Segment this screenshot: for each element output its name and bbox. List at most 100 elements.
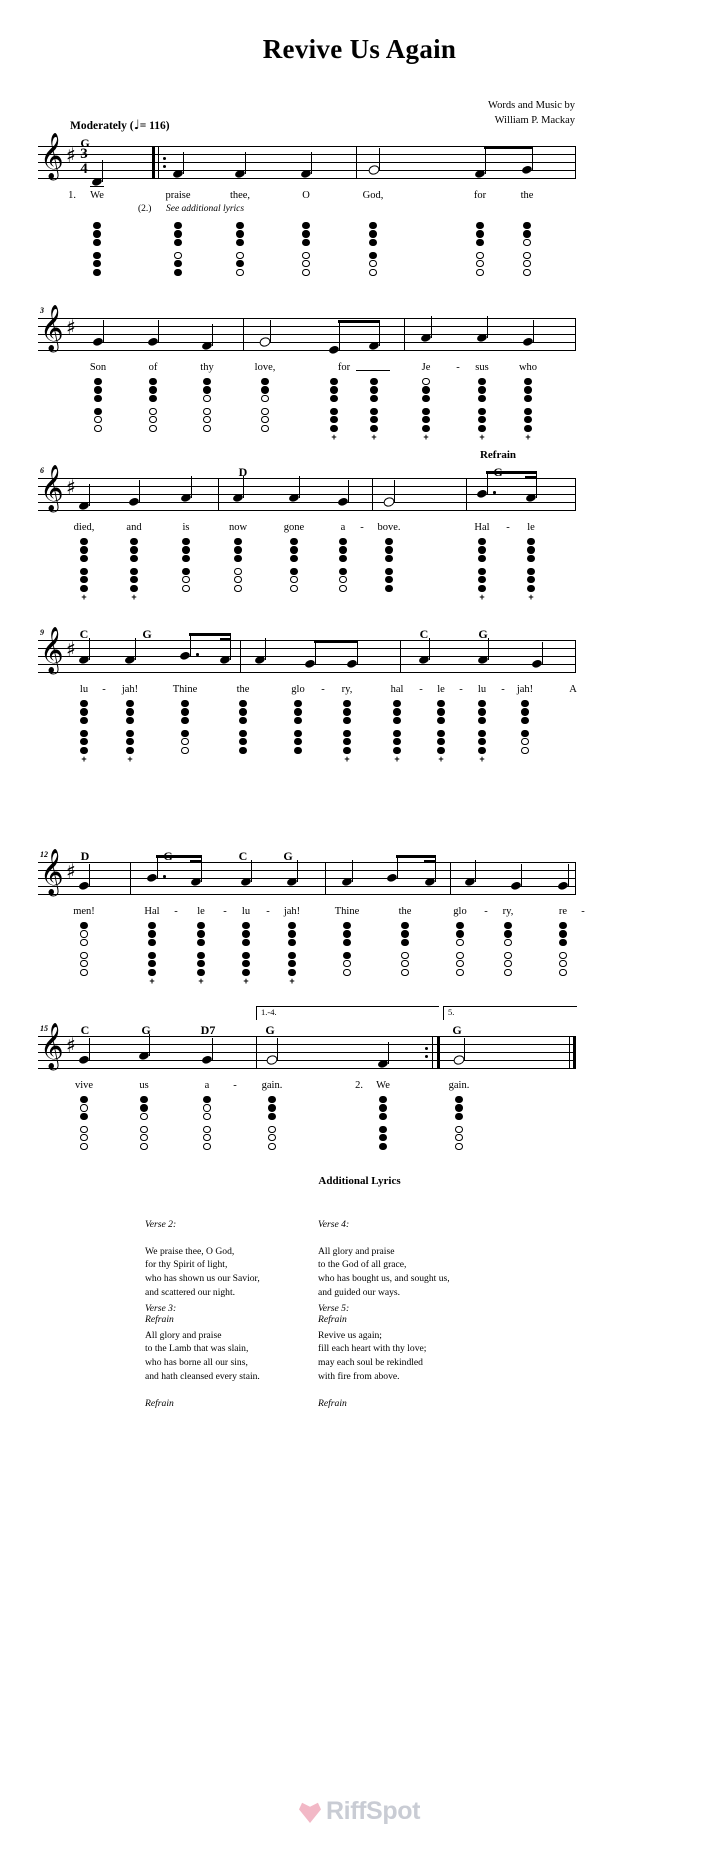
fingering-chart <box>201 1096 213 1151</box>
lyric-syllable: O <box>302 190 310 201</box>
lyric-syllable: a <box>204 1080 210 1091</box>
fingering-chart <box>367 222 379 277</box>
fingering-chart: + <box>476 700 488 764</box>
note-stem <box>315 642 317 664</box>
note-stem <box>135 638 137 660</box>
riffspot-mark-icon <box>299 1802 321 1823</box>
lyric-hyphen: - <box>266 906 270 917</box>
lyric-syllable: died, <box>73 522 95 533</box>
note-stem <box>103 320 105 342</box>
treble-clef-icon: 𝄞 <box>40 133 64 179</box>
note-stem <box>102 160 104 182</box>
lyric-syllable: le <box>527 522 535 533</box>
lyric-hyphen: - <box>484 906 488 917</box>
beam-secondary <box>190 860 202 864</box>
lyric-hyphen: - <box>506 522 510 533</box>
lyric-syllable: Thine <box>172 684 198 695</box>
lyric-syllable: lu <box>241 906 251 917</box>
lyric-syllable: Hal <box>144 906 160 917</box>
lyric-syllable: Hal <box>474 522 490 533</box>
barline <box>325 862 327 895</box>
lyric-hyphen: - <box>223 906 227 917</box>
barline <box>450 862 452 895</box>
lyric-syllable: re <box>558 906 568 917</box>
beam <box>314 640 358 644</box>
fingering-chart <box>377 1096 389 1151</box>
note-stem <box>243 476 245 498</box>
note-stem <box>357 642 359 664</box>
tempo-word: Moderately <box>70 120 127 132</box>
repeat-barline <box>437 1036 441 1069</box>
augmentation-dot <box>493 491 496 494</box>
verse-refrain: Refrain <box>145 1397 174 1409</box>
lyric-syllable: le <box>437 684 445 695</box>
fingering-chart: + <box>195 922 207 986</box>
treble-clef-icon: 𝄞 <box>40 465 64 511</box>
barline <box>218 478 220 511</box>
logo-text: RiffSpot <box>326 1797 420 1825</box>
key-signature-icon: ♯ <box>66 143 76 167</box>
note-stem <box>245 152 247 174</box>
repeat-dot <box>163 157 166 160</box>
fingering-chart: + <box>420 378 432 442</box>
note-stem <box>532 148 534 170</box>
fingering-chart <box>337 538 349 593</box>
treble-clef-icon: 𝄞 <box>40 849 64 895</box>
fingering-chart <box>502 922 514 977</box>
lyric-syllable: le <box>197 906 205 917</box>
fingering-chart <box>259 378 271 433</box>
barline <box>256 1036 258 1069</box>
lyric-hyphen: - <box>102 684 106 695</box>
note-stem <box>297 860 299 882</box>
lyric-syllable: gain. <box>448 1080 470 1091</box>
fingering-chart: + <box>476 538 488 602</box>
credits-line-2: William P. Mackay <box>494 115 575 126</box>
fingering-chart <box>78 1096 90 1151</box>
staff <box>38 478 576 512</box>
key-signature-icon: ♯ <box>66 859 76 883</box>
fingering-chart: + <box>368 378 380 442</box>
barline <box>404 318 406 351</box>
lyric-verse-number: 2. <box>355 1080 363 1091</box>
note-stem <box>475 860 477 882</box>
lyric-hyphen: - <box>456 362 460 373</box>
note-stem <box>191 476 193 498</box>
fingering-chart <box>292 700 304 755</box>
fingering-chart: + <box>128 538 140 602</box>
barline <box>569 1036 571 1069</box>
barline <box>575 478 577 511</box>
lyric-syllable: vive <box>74 1080 94 1091</box>
page-title: Revive Us Again <box>262 34 457 64</box>
lyric-syllable: lu <box>477 684 487 695</box>
ending-label: 1.-4. <box>261 1007 277 1017</box>
lyric-syllable: ry, <box>502 906 514 917</box>
fingering-chart: + <box>78 700 90 764</box>
treble-clef-icon: 𝄞 <box>40 627 64 673</box>
lyric-syllable: We <box>90 190 104 201</box>
repeat-dot <box>425 1047 428 1050</box>
fingering-chart <box>474 222 486 277</box>
key-signature-icon: ♯ <box>66 637 76 661</box>
lyric-syllable: love, <box>254 362 276 373</box>
barline <box>575 146 577 179</box>
lyric-syllable: praise <box>165 190 191 201</box>
lyric-syllable: now <box>228 522 248 533</box>
lyric-syllable: for <box>473 190 487 201</box>
fingering-chart: + <box>391 700 403 764</box>
additional-lyrics-heading: Additional Lyrics <box>318 1175 401 1187</box>
lyric-syllable: thee, <box>229 190 251 201</box>
alt-lyric-number: (2.) <box>138 204 152 214</box>
barline <box>575 862 577 895</box>
lyric-syllable: for <box>337 362 351 373</box>
lyric-syllable: is <box>182 522 190 533</box>
lyric-syllable: Son <box>89 362 107 373</box>
treble-clef-icon: 𝄞 <box>40 305 64 351</box>
beam <box>338 320 380 324</box>
barline <box>575 318 577 351</box>
note-stem <box>212 324 214 346</box>
note-stem <box>251 860 253 882</box>
key-signature-icon: ♯ <box>66 475 76 499</box>
fingering-chart <box>266 1096 278 1151</box>
verse-block-3: Verse 3: All glory and praise to the Lam… <box>145 1288 260 1410</box>
fingering-chart <box>300 222 312 277</box>
